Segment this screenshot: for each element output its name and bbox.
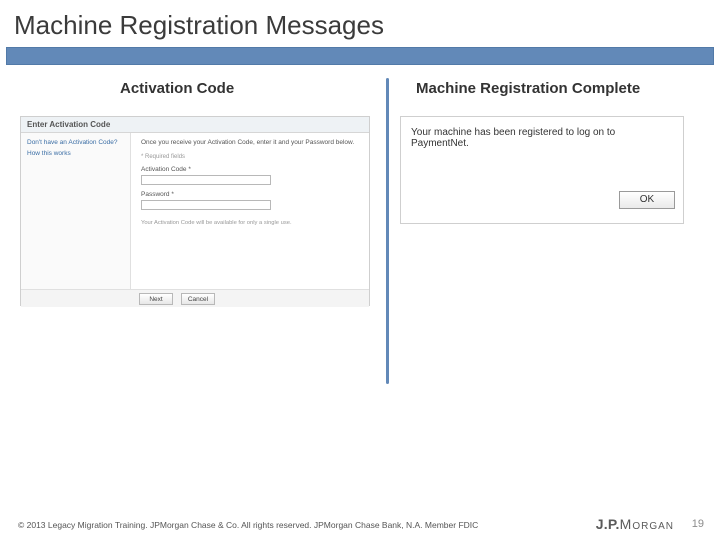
dialog-footer: Next Cancel	[21, 289, 369, 307]
logo-jp: J.P.	[596, 516, 620, 532]
logo-morgan: Morgan	[620, 516, 674, 532]
dialog-body: Don't have an Activation Code? How this …	[21, 133, 369, 289]
jpmorgan-logo: J.P.Morgan	[596, 516, 674, 532]
page-number: 19	[692, 518, 704, 530]
column-header-activation-code: Activation Code	[120, 80, 234, 97]
password-input[interactable]	[141, 200, 271, 210]
title-block: Machine Registration Messages	[6, 6, 714, 65]
label-activation-code: Activation Code *	[141, 166, 359, 173]
dialog-message: Your machine has been registered to log …	[401, 117, 683, 187]
dialog-sidebar: Don't have an Activation Code? How this …	[21, 133, 131, 289]
slide: Machine Registration Messages Activation…	[0, 0, 720, 540]
ok-button[interactable]: OK	[619, 191, 675, 209]
column-header-registration-complete: Machine Registration Complete	[416, 80, 640, 97]
next-button[interactable]: Next	[139, 293, 173, 305]
registration-complete-dialog: Your machine has been registered to log …	[400, 116, 684, 224]
title-accent-bar	[6, 47, 714, 65]
dialog-title: Enter Activation Code	[21, 117, 369, 133]
dialog-intro: Once you receive your Activation Code, e…	[141, 139, 359, 146]
activation-code-input[interactable]	[141, 175, 271, 185]
label-password: Password *	[141, 191, 359, 198]
link-how-this-works[interactable]: How this works	[27, 150, 124, 157]
vertical-divider	[386, 78, 389, 384]
single-use-note: Your Activation Code will be available f…	[141, 220, 359, 226]
link-no-activation-code[interactable]: Don't have an Activation Code?	[27, 139, 124, 146]
activation-code-dialog: Enter Activation Code Don't have an Acti…	[20, 116, 370, 306]
cancel-button[interactable]: Cancel	[181, 293, 215, 305]
dialog-form: Once you receive your Activation Code, e…	[131, 133, 369, 289]
dialog-footer-right: OK	[401, 187, 683, 217]
footer-copyright: © 2013 Legacy Migration Training. JPMorg…	[18, 520, 478, 530]
required-fields-note: * Required fields	[141, 154, 359, 160]
page-title: Machine Registration Messages	[6, 6, 714, 49]
